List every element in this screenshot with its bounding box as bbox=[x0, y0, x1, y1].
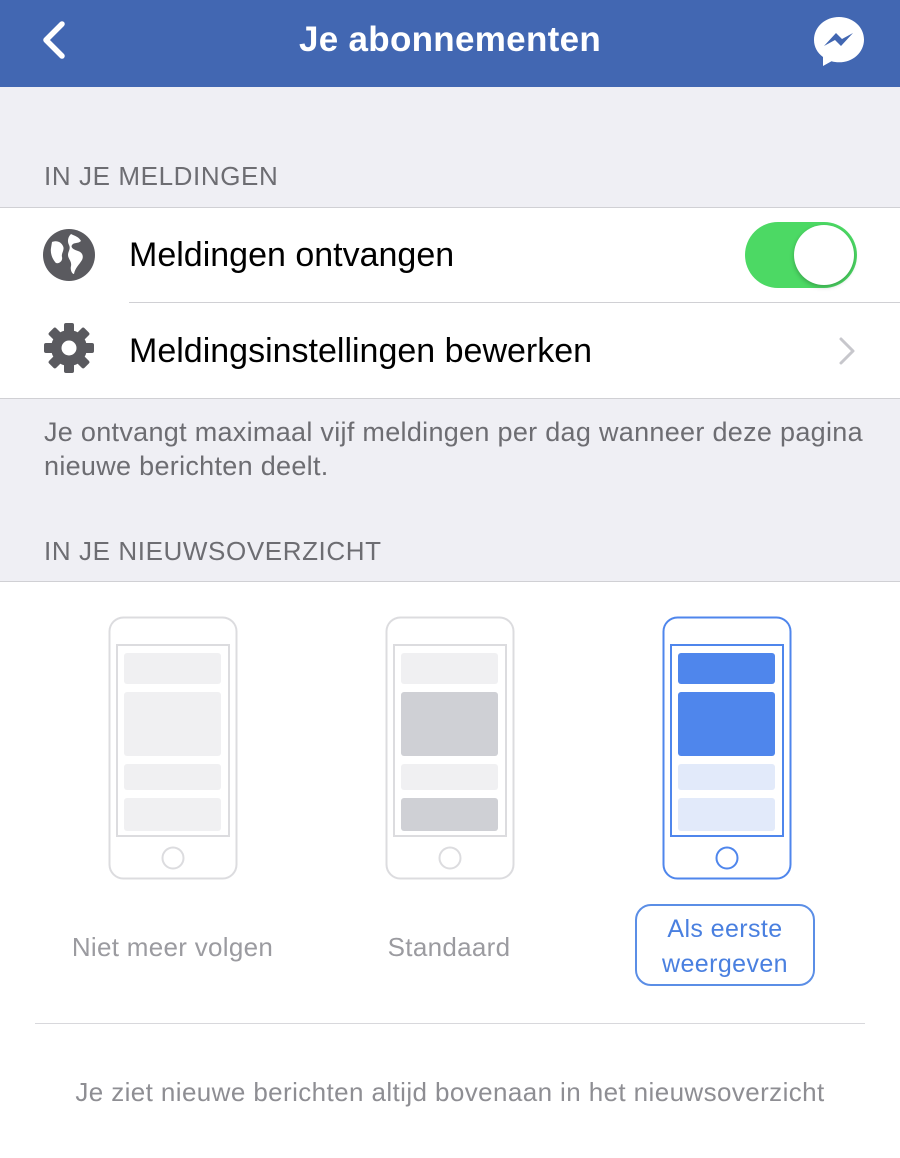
receive-notifications-label: Meldingen ontvangen bbox=[129, 236, 455, 274]
edit-notification-settings-label: Meldingsinstellingen bewerken bbox=[129, 332, 593, 370]
globe-icon bbox=[43, 229, 95, 281]
newsfeed-preference-panel: Niet meer volgen Standaard Als eerste we… bbox=[0, 581, 900, 1158]
unfollow-phone-option[interactable] bbox=[108, 616, 238, 880]
see-first-option-label[interactable]: Als eerste weergeven bbox=[635, 904, 815, 986]
gear-icon bbox=[44, 323, 94, 373]
see-first-label-line1: Als eerste bbox=[667, 915, 783, 943]
section-header-newsfeed: IN JE NIEUWSOVERZICHT bbox=[44, 536, 382, 566]
receive-notifications-toggle[interactable] bbox=[745, 222, 857, 288]
unfollow-option-label[interactable]: Niet meer volgen bbox=[40, 932, 305, 963]
notifications-footer-note: Je ontvangt maximaal vijf meldingen per … bbox=[44, 417, 863, 481]
see-first-label-line2: weergeven bbox=[662, 950, 788, 978]
messenger-icon bbox=[814, 17, 864, 66]
default-phone-option[interactable] bbox=[385, 616, 515, 880]
edit-notification-settings-row[interactable]: Meldingsinstellingen bewerken bbox=[0, 303, 900, 397]
chevron-right-icon bbox=[839, 337, 855, 365]
notifications-group: Meldingen ontvangen Meldingsinstellingen… bbox=[0, 207, 900, 399]
toggle-knob bbox=[794, 225, 854, 285]
section-header-notifications: IN JE MELDINGEN bbox=[44, 161, 279, 191]
newsfeed-description: Je ziet nieuwe berichten altijd bovenaan… bbox=[75, 1077, 825, 1107]
messenger-button[interactable] bbox=[811, 14, 867, 68]
default-option-label[interactable]: Standaard bbox=[340, 932, 558, 963]
navigation-bar: Je abonnementen bbox=[0, 0, 900, 87]
receive-notifications-row: Meldingen ontvangen bbox=[0, 208, 900, 302]
divider bbox=[35, 1023, 865, 1024]
page-title: Je abonnementen bbox=[298, 20, 602, 59]
see-first-phone-option[interactable] bbox=[662, 616, 792, 880]
